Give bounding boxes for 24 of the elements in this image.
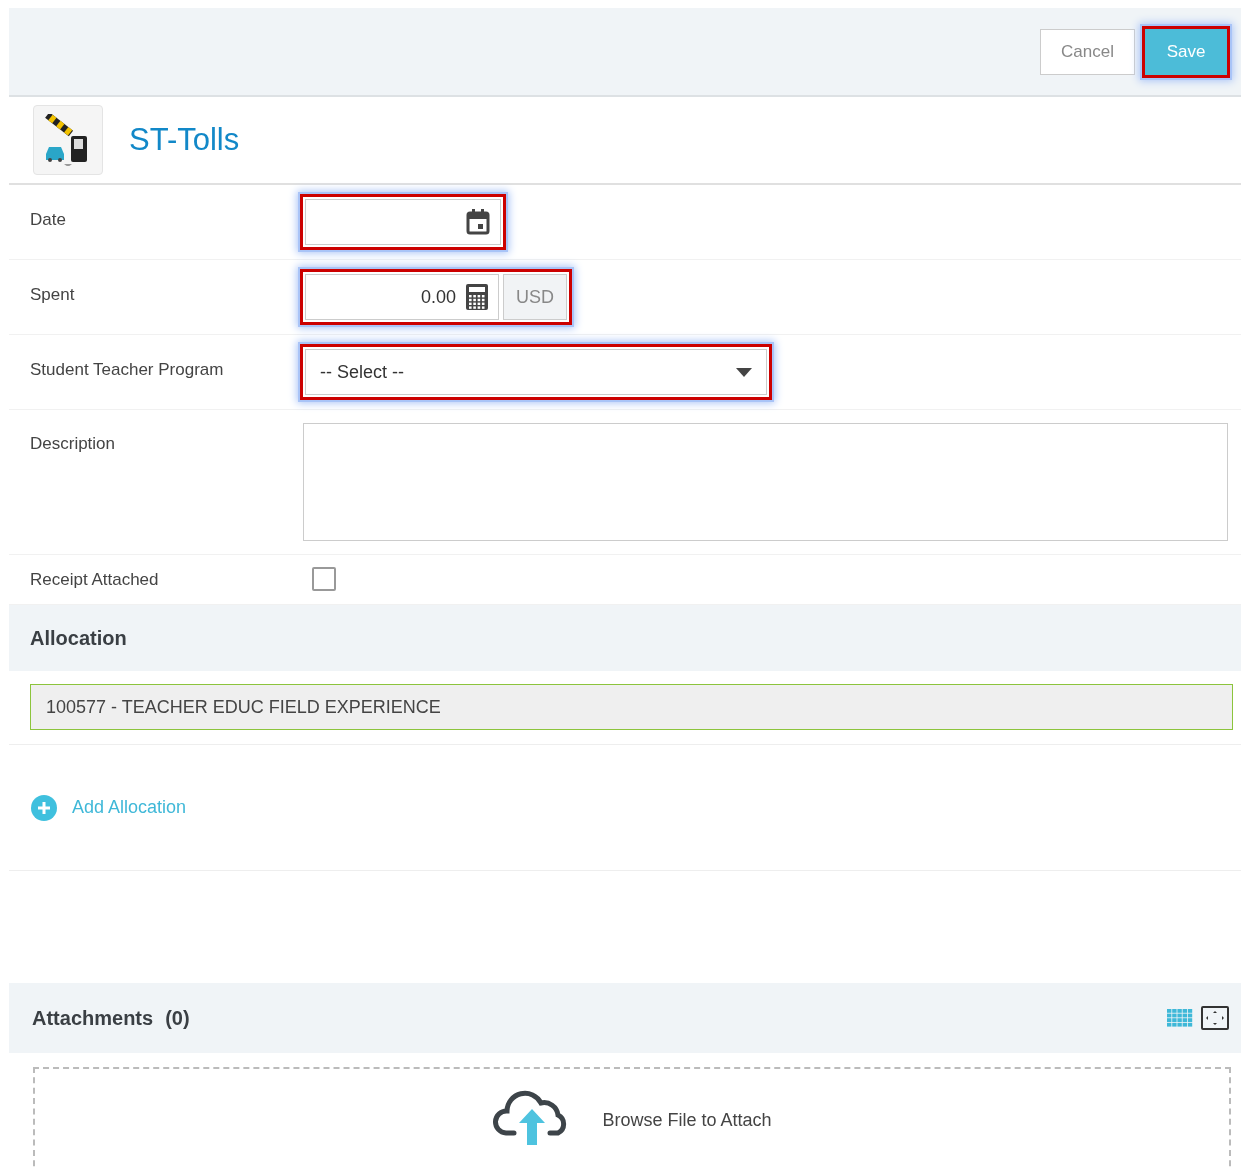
field-label: Description bbox=[29, 433, 117, 455]
field-label: Date bbox=[29, 209, 67, 231]
currency-label: USD bbox=[503, 274, 567, 320]
field-label: Student Teacher Program bbox=[29, 359, 225, 381]
file-drop-zone[interactable]: Browse File to Attach bbox=[33, 1067, 1231, 1167]
program-dropdown[interactable]: -- Select -- bbox=[305, 349, 767, 395]
section-title: Attachments bbox=[32, 1006, 154, 1030]
browse-file-label: Browse File to Attach bbox=[602, 1110, 772, 1131]
field-label: Receipt Attached bbox=[29, 569, 160, 591]
allocation-item[interactable]: 100577 - TEACHER EDUC FIELD EXPERIENCE bbox=[30, 684, 1233, 730]
toll-gate-icon[interactable] bbox=[33, 105, 103, 175]
description-field[interactable] bbox=[303, 423, 1228, 541]
section-title: Allocation bbox=[30, 626, 127, 650]
field-label: Spent bbox=[29, 284, 76, 306]
attachment-count: (0) bbox=[165, 1006, 190, 1030]
amount-field[interactable]: 0.00 bbox=[305, 274, 499, 320]
page-title: ST-Tolls bbox=[129, 122, 240, 158]
cancel-button[interactable]: Cancel bbox=[1040, 28, 1135, 75]
caret-icon bbox=[736, 367, 752, 377]
receipt-checkbox[interactable] bbox=[312, 567, 336, 591]
calculator-icon[interactable] bbox=[466, 284, 488, 310]
expand-icon[interactable] bbox=[1201, 1006, 1229, 1030]
calendar-icon[interactable] bbox=[466, 209, 490, 235]
date-field[interactable] bbox=[305, 199, 501, 245]
